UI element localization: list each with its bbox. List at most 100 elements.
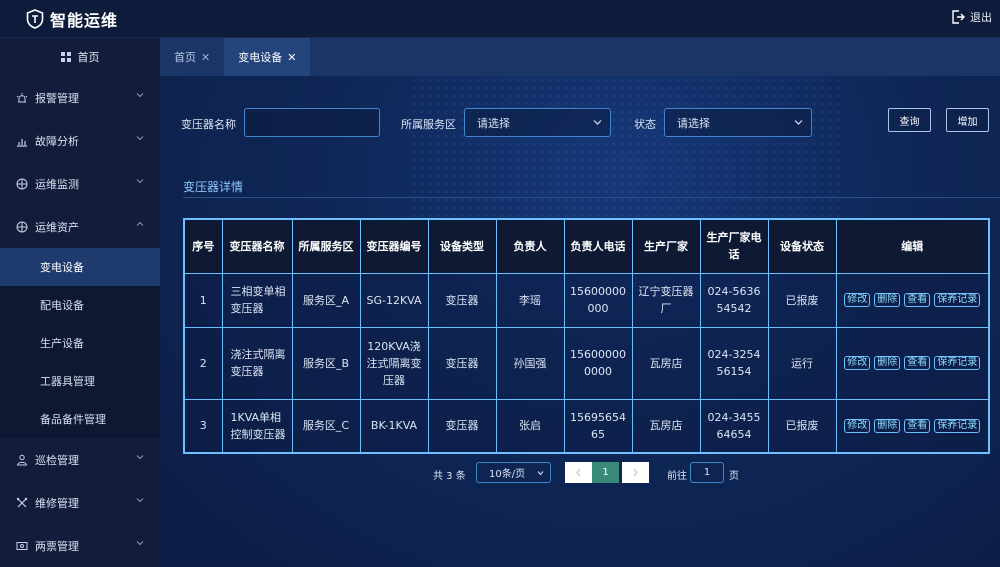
table-cell: 变压器	[427, 398, 497, 454]
grid-icon	[60, 52, 71, 62]
prev-page-button[interactable]	[565, 462, 592, 483]
table-cell: 三相变单相变压器	[221, 272, 293, 328]
table-cell: 张启	[495, 398, 565, 454]
maintenance-record-button[interactable]: 保养记录	[934, 293, 981, 307]
table-cell: 服务区_A	[291, 272, 361, 328]
sidebar-subitem-label: 工器具管理	[40, 375, 95, 388]
sidebar-item-inspection[interactable]: 巡检管理	[0, 438, 160, 481]
chevron-left-icon	[576, 468, 581, 477]
sidebar-subitem-label: 备品备件管理	[40, 413, 106, 426]
alarm-icon	[16, 92, 28, 102]
sidebar-home[interactable]: 首页	[0, 38, 160, 76]
table-cell: 服务区_B	[291, 326, 361, 400]
sidebar-subitem-spare-parts[interactable]: 备品备件管理	[0, 400, 160, 438]
table-cell: 孙国强	[495, 326, 565, 400]
delete-button[interactable]: 删除	[874, 293, 901, 307]
col-header: 编辑	[835, 218, 990, 274]
close-icon[interactable]: ✕	[287, 51, 296, 64]
table-row: 3 1KVA单相控制变压器 服务区_C BK-1KVA 变压器 张启 15695…	[183, 398, 990, 454]
sidebar-subitem-label: 生产设备	[40, 337, 84, 350]
sidebar: 首页 报警管理 故障分析 运维监测 运维资产 变电设备 配电设备 生产设备 工器…	[0, 38, 160, 567]
col-header: 设备类型	[427, 218, 497, 274]
pagination-total: 共 3 条	[433, 471, 466, 482]
table-cell: 15600000000	[563, 272, 633, 328]
goto-label: 前往	[667, 471, 687, 482]
chevron-up-icon	[136, 221, 144, 226]
service-area-select-value: 请选择	[477, 116, 510, 130]
shield-logo-icon	[26, 8, 44, 29]
col-header: 生产厂家电话	[699, 218, 769, 274]
close-icon[interactable]: ✕	[201, 51, 210, 64]
col-header: 变压器编号	[359, 218, 429, 274]
bar-chart-icon	[17, 138, 27, 147]
maintenance-record-button[interactable]: 保养记录	[934, 356, 981, 370]
status-label: 状态	[634, 118, 656, 131]
sidebar-item-label: 报警管理	[35, 91, 79, 105]
chevron-down-icon	[136, 93, 144, 98]
table-cell: 变压器	[427, 326, 497, 400]
sidebar-subitem-label: 配电设备	[40, 299, 84, 312]
sidebar-subitem-distribution[interactable]: 配电设备	[0, 286, 160, 324]
sidebar-item-assets[interactable]: 运维资产	[0, 205, 160, 248]
table-actions-cell: 修改 删除 查看 保养记录	[835, 326, 990, 400]
logout-button[interactable]: 退出	[950, 9, 992, 25]
sidebar-item-label: 巡检管理	[35, 453, 79, 467]
col-header: 变压器名称	[221, 218, 293, 274]
table-actions-cell: 修改 删除 查看 保养记录	[835, 272, 990, 328]
service-area-select[interactable]: 请选择	[464, 108, 611, 137]
sidebar-item-maintenance[interactable]: 维修管理	[0, 481, 160, 524]
view-button[interactable]: 查看	[904, 356, 931, 370]
sidebar-subitem-substation[interactable]: 变电设备	[0, 248, 160, 286]
sidebar-item-monitoring[interactable]: 运维监测	[0, 162, 160, 205]
sidebar-item-alarm[interactable]: 报警管理	[0, 76, 160, 119]
tab-substation-equipment[interactable]: 变电设备 ✕	[224, 38, 311, 76]
inspection-icon	[16, 454, 28, 465]
status-select[interactable]: 请选择	[664, 108, 812, 137]
add-button[interactable]: 增加	[946, 108, 989, 132]
col-header: 所属服务区	[291, 218, 361, 274]
sidebar-item-label: 两票管理	[35, 539, 79, 553]
col-header: 负责人电话	[563, 218, 633, 274]
transformer-table: 序号 变压器名称 所属服务区 变压器编号 设备类型 负责人 负责人电话 生产厂家…	[183, 218, 990, 454]
edit-button[interactable]: 修改	[844, 418, 871, 433]
sidebar-subitem-tools[interactable]: 工器具管理	[0, 362, 160, 400]
table-row: 2 浇注式隔离变压器 服务区_B 120KVA浇注式隔离变压器 变压器 孙国强 …	[183, 326, 990, 400]
maintenance-record-button[interactable]: 保养记录	[934, 418, 981, 433]
delete-button[interactable]: 删除	[874, 418, 901, 433]
table-cell: 156000000000	[563, 326, 633, 400]
sidebar-item-label: 维修管理	[35, 496, 79, 510]
tab-home[interactable]: 首页 ✕	[160, 38, 224, 76]
sidebar-item-fault-analysis[interactable]: 故障分析	[0, 119, 160, 162]
edit-button[interactable]: 修改	[844, 356, 871, 370]
page-size-select[interactable]: 10条/页	[476, 462, 551, 483]
sidebar-item-label: 运维监测	[35, 177, 79, 191]
chevron-down-icon	[136, 541, 144, 546]
wrench-icon	[16, 497, 28, 507]
delete-button[interactable]: 删除	[874, 356, 901, 370]
sidebar-subitem-label: 变电设备	[40, 261, 84, 274]
page-suffix-label: 页	[729, 471, 739, 482]
next-page-button[interactable]	[622, 462, 649, 483]
query-button[interactable]: 查询	[888, 108, 931, 132]
view-button[interactable]: 查看	[904, 293, 931, 307]
transformer-name-input[interactable]	[244, 108, 380, 137]
chevron-down-icon	[593, 120, 602, 125]
table-cell: 瓦房店	[631, 326, 701, 400]
edit-button[interactable]: 修改	[844, 293, 871, 307]
table-cell: 120KVA浇注式隔离变压器	[359, 326, 429, 400]
logout-label: 退出	[970, 11, 992, 24]
app-logo: 智能运维	[26, 7, 118, 31]
col-header: 生产厂家	[631, 218, 701, 274]
sidebar-item-tickets[interactable]: 两票管理	[0, 524, 160, 567]
chevron-down-icon	[136, 136, 144, 141]
goto-page-input[interactable]: 1	[690, 462, 724, 483]
section-divider	[183, 197, 1000, 198]
view-button[interactable]: 查看	[904, 418, 931, 433]
tab-label: 变电设备	[238, 51, 283, 64]
sidebar-subitem-production[interactable]: 生产设备	[0, 324, 160, 362]
section-title: 变压器详情	[183, 180, 244, 194]
page-number-current[interactable]: 1	[592, 462, 619, 483]
table-cell: 1569565465	[563, 398, 633, 454]
transformer-name-label: 变压器名称	[181, 118, 236, 131]
filter-bar: 变压器名称 所属服务区 请选择 状态 请选择 查询 增加	[160, 108, 1000, 140]
